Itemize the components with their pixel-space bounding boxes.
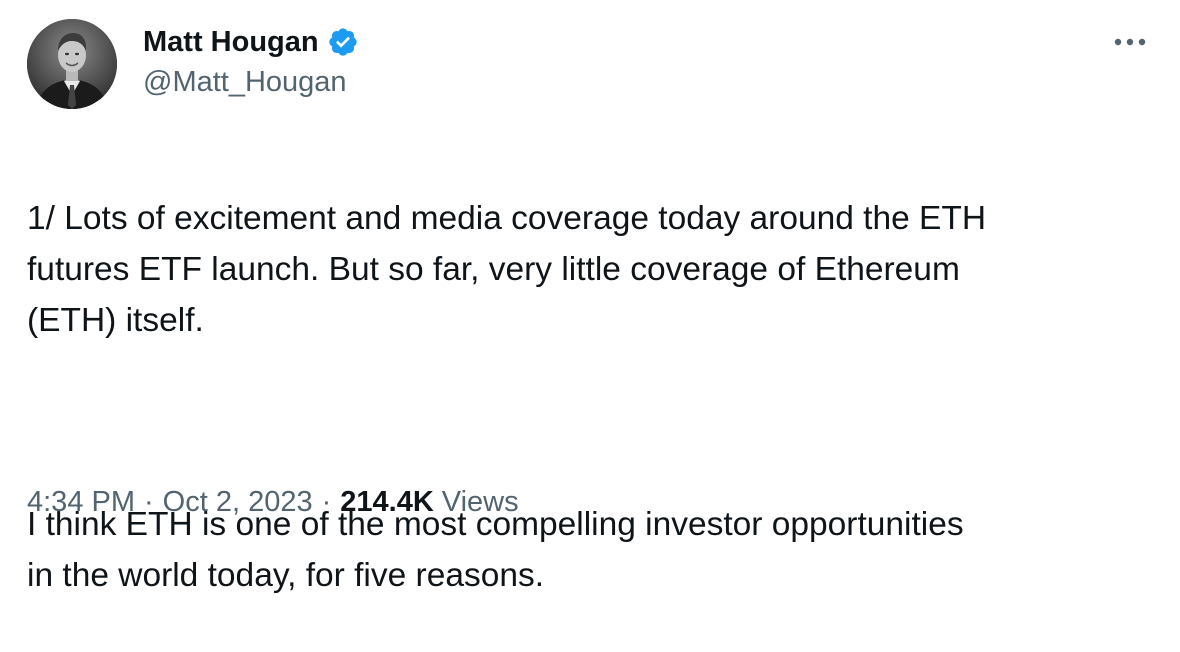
tweet-date[interactable]: Oct 2, 2023	[163, 486, 313, 519]
profile-photo-icon	[27, 19, 117, 109]
author-name-row: Matt Hougan	[143, 22, 359, 62]
verified-badge-icon[interactable]	[327, 26, 359, 58]
meta-separator: ·	[144, 486, 154, 518]
views-label: Views	[441, 486, 519, 518]
more-horizontal-icon	[1114, 38, 1146, 46]
tweet-text: 1/ Lots of excitement and media coverage…	[27, 142, 1157, 652]
author-handle[interactable]: @Matt_Hougan	[143, 66, 347, 99]
tweet-time[interactable]: 4:34 PM	[27, 486, 135, 519]
tweet-metadata: 4:34 PM · Oct 2, 2023 · 214.4K Views	[27, 486, 519, 519]
tweet-paragraph: 1/ Lots of excitement and media coverage…	[27, 200, 987, 339]
author-display-name[interactable]: Matt Hougan	[143, 26, 319, 59]
meta-separator: ·	[321, 486, 332, 518]
more-options-button[interactable]	[1108, 22, 1152, 62]
tweet-card: Matt Hougan @Matt_Hougan 1/ Lots of exci…	[0, 0, 1180, 594]
views-count: 214.4K	[340, 486, 434, 518]
avatar[interactable]	[27, 19, 117, 109]
